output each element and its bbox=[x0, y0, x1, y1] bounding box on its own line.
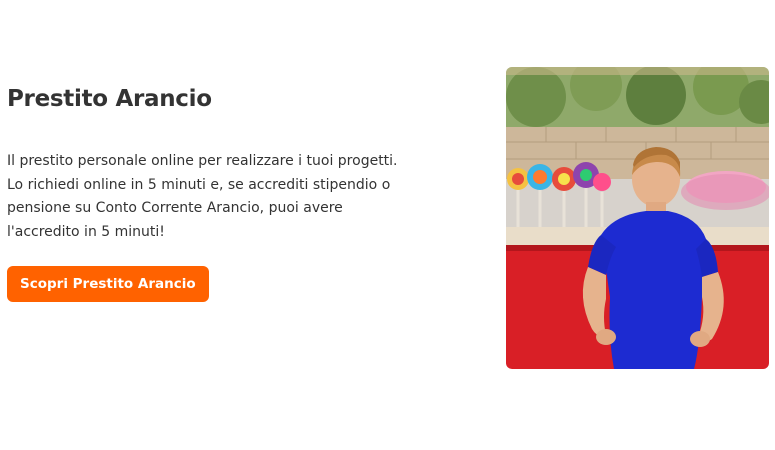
promo-image bbox=[506, 67, 769, 369]
page-title: Prestito Arancio bbox=[7, 86, 212, 112]
promo-section: Prestito Arancio Il prestito personale o… bbox=[0, 0, 775, 450]
promo-description: Il prestito personale online per realizz… bbox=[7, 153, 398, 240]
discover-loan-button[interactable]: Scopri Prestito Arancio bbox=[7, 266, 209, 302]
